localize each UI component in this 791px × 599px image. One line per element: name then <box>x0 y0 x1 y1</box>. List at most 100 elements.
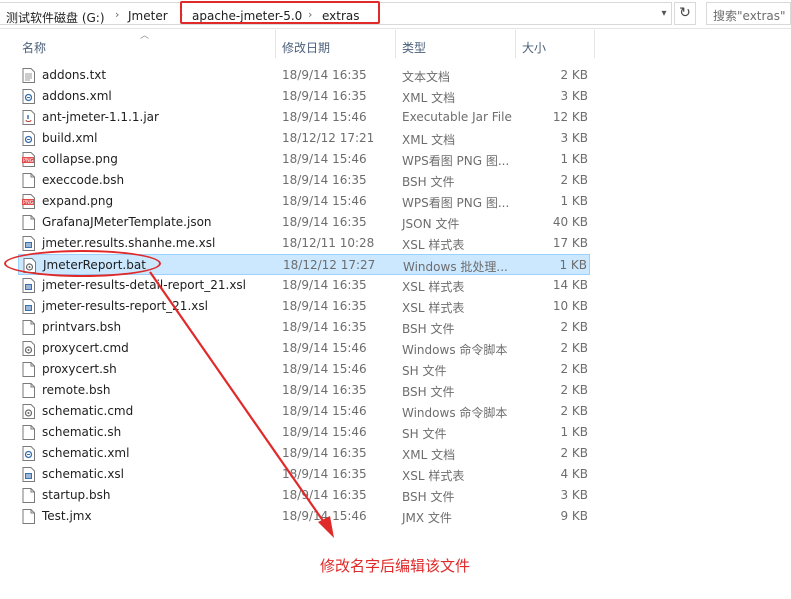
file-date: 18/9/14 16:35 <box>282 299 367 313</box>
file-name: build.xml <box>42 131 98 145</box>
file-row[interactable]: PNG collapse.png 18/9/14 15:46 WPS看图 PNG 图.… <box>18 149 590 170</box>
file-row[interactable]: JmeterReport.bat 18/12/12 17:27 Windows 批处… <box>18 254 590 275</box>
blank-file-icon <box>22 488 35 503</box>
file-row[interactable]: remote.bsh 18/9/14 16:35 BSH 文件 2 KB <box>18 380 590 401</box>
file-size: 3 KB <box>560 131 588 145</box>
file-size: 2 KB <box>560 341 588 355</box>
file-name: schematic.cmd <box>42 404 134 418</box>
file-name: schematic.sh <box>42 425 122 439</box>
file-size: 1 KB <box>560 425 588 439</box>
file-name: addons.xml <box>42 89 112 103</box>
file-size: 10 KB <box>552 299 588 313</box>
file-size: 40 KB <box>552 215 588 229</box>
column-divider[interactable] <box>594 30 595 58</box>
file-name: proxycert.cmd <box>42 341 129 355</box>
file-name: collapse.png <box>42 152 118 166</box>
blank-file-icon <box>22 509 35 524</box>
file-name: JmeterReport.bat <box>43 258 146 272</box>
file-row[interactable]: PNG expand.png 18/9/14 15:46 WPS看图 PNG 图...… <box>18 191 590 212</box>
cmd-file-icon <box>22 341 35 356</box>
file-date: 18/9/14 16:35 <box>282 278 367 292</box>
file-row[interactable]: ant-jmeter-1.1.1.jar 18/9/14 15:46 Executa… <box>18 107 590 128</box>
file-row[interactable]: addons.txt 18/9/14 16:35 文本文档 2 KB <box>18 65 590 86</box>
column-header-name[interactable]: 名称 <box>18 30 274 60</box>
file-size: 2 KB <box>560 404 588 418</box>
breadcrumb-item-jmeter[interactable]: Jmeter <box>128 9 168 23</box>
search-input[interactable]: 搜索"extras" <box>706 2 791 25</box>
jar-file-icon <box>22 110 35 125</box>
refresh-icon[interactable]: ↻ <box>674 2 696 25</box>
file-name: startup.bsh <box>42 488 111 502</box>
file-date: 18/9/14 16:35 <box>282 89 367 103</box>
svg-text:PNG: PNG <box>23 158 34 164</box>
file-size: 17 KB <box>552 236 588 250</box>
file-row[interactable]: jmeter.results.shanhe.me.xsl 18/12/11 10:… <box>18 233 590 254</box>
file-row[interactable]: schematic.cmd 18/9/14 15:46 Windows 命令脚本 2 … <box>18 401 590 422</box>
file-type: Windows 批处理... <box>403 260 508 274</box>
column-header-type[interactable]: 类型 <box>396 30 514 60</box>
file-date: 18/9/14 15:46 <box>282 425 367 439</box>
file-row[interactable]: printvars.bsh 18/9/14 16:35 BSH 文件 2 KB <box>18 317 590 338</box>
text-file-icon <box>22 68 35 83</box>
file-name: schematic.xml <box>42 446 130 460</box>
file-date: 18/9/14 15:46 <box>282 194 367 208</box>
file-type: BSH 文件 <box>402 490 455 504</box>
file-type: XSL 样式表 <box>402 301 465 315</box>
svg-text:PNG: PNG <box>23 200 34 206</box>
file-date: 18/12/12 17:21 <box>282 131 375 145</box>
file-size: 9 KB <box>560 509 588 523</box>
xml-file-icon <box>22 89 35 104</box>
file-row[interactable]: proxycert.cmd 18/9/14 15:46 Windows 命令脚本 2 … <box>18 338 590 359</box>
file-name: schematic.xsl <box>42 467 125 481</box>
file-row[interactable]: GrafanaJMeterTemplate.json 18/9/14 16:35 J… <box>18 212 590 233</box>
file-name: ant-jmeter-1.1.1.jar <box>42 110 159 124</box>
file-date: 18/9/14 15:46 <box>282 341 367 355</box>
column-header-size[interactable]: 大小 <box>516 30 594 60</box>
chevron-right-icon[interactable]: › <box>115 8 119 21</box>
file-row[interactable]: schematic.xml 18/9/14 16:35 XML 文档 2 KB <box>18 443 590 464</box>
file-type: XML 文档 <box>402 448 456 462</box>
file-date: 18/9/14 16:35 <box>282 383 367 397</box>
file-size: 1 KB <box>559 258 587 272</box>
file-type: SH 文件 <box>402 364 447 378</box>
file-row[interactable]: startup.bsh 18/9/14 16:35 BSH 文件 3 KB <box>18 485 590 506</box>
file-size: 3 KB <box>560 89 588 103</box>
file-row[interactable]: jmeter-results-detail-report_21.xsl 18/9/… <box>18 275 590 296</box>
breadcrumb-item-drive[interactable]: 测试软件磁盘 (G:) <box>6 9 105 26</box>
blank-file-icon <box>22 215 35 230</box>
file-date: 18/12/12 17:27 <box>283 258 376 272</box>
file-name: jmeter.results.shanhe.me.xsl <box>42 236 216 250</box>
file-type: Executable Jar File <box>402 110 512 124</box>
chevron-down-icon[interactable]: ▾ <box>656 3 672 24</box>
xml-file-icon <box>22 446 35 461</box>
file-row[interactable]: jmeter-results-report_21.xsl 18/9/14 16:3… <box>18 296 590 317</box>
file-size: 4 KB <box>560 467 588 481</box>
xsl-file-icon <box>22 278 35 293</box>
column-header-date[interactable]: 修改日期 <box>276 30 394 60</box>
xsl-file-icon <box>22 299 35 314</box>
file-date: 18/9/14 15:46 <box>282 362 367 376</box>
file-row[interactable]: execcode.bsh 18/9/14 16:35 BSH 文件 2 KB <box>18 170 590 191</box>
file-name: remote.bsh <box>42 383 111 397</box>
blank-file-icon <box>22 173 35 188</box>
file-size: 12 KB <box>552 110 588 124</box>
file-row[interactable]: proxycert.sh 18/9/14 15:46 SH 文件 2 KB <box>18 359 590 380</box>
file-size: 2 KB <box>560 383 588 397</box>
file-row[interactable]: schematic.xsl 18/9/14 16:35 XSL 样式表 4 KB <box>18 464 590 485</box>
xsl-file-icon <box>22 236 35 251</box>
file-name: Test.jmx <box>42 509 92 523</box>
file-row[interactable]: addons.xml 18/9/14 16:35 XML 文档 3 KB <box>18 86 590 107</box>
file-type: 文本文档 <box>402 70 451 84</box>
blank-file-icon <box>22 425 35 440</box>
bat-file-icon <box>23 258 36 273</box>
file-size: 3 KB <box>560 488 588 502</box>
file-name: printvars.bsh <box>42 320 122 334</box>
file-type: Windows 命令脚本 <box>402 406 508 420</box>
file-date: 18/9/14 16:35 <box>282 173 367 187</box>
file-row[interactable]: schematic.sh 18/9/14 15:46 SH 文件 1 KB <box>18 422 590 443</box>
file-name: expand.png <box>42 194 114 208</box>
file-row[interactable]: build.xml 18/12/12 17:21 XML 文档 3 KB <box>18 128 590 149</box>
file-type: XML 文档 <box>402 91 456 105</box>
file-row[interactable]: Test.jmx 18/9/14 15:46 JMX 文件 9 KB <box>18 506 590 527</box>
file-type: SH 文件 <box>402 427 447 441</box>
